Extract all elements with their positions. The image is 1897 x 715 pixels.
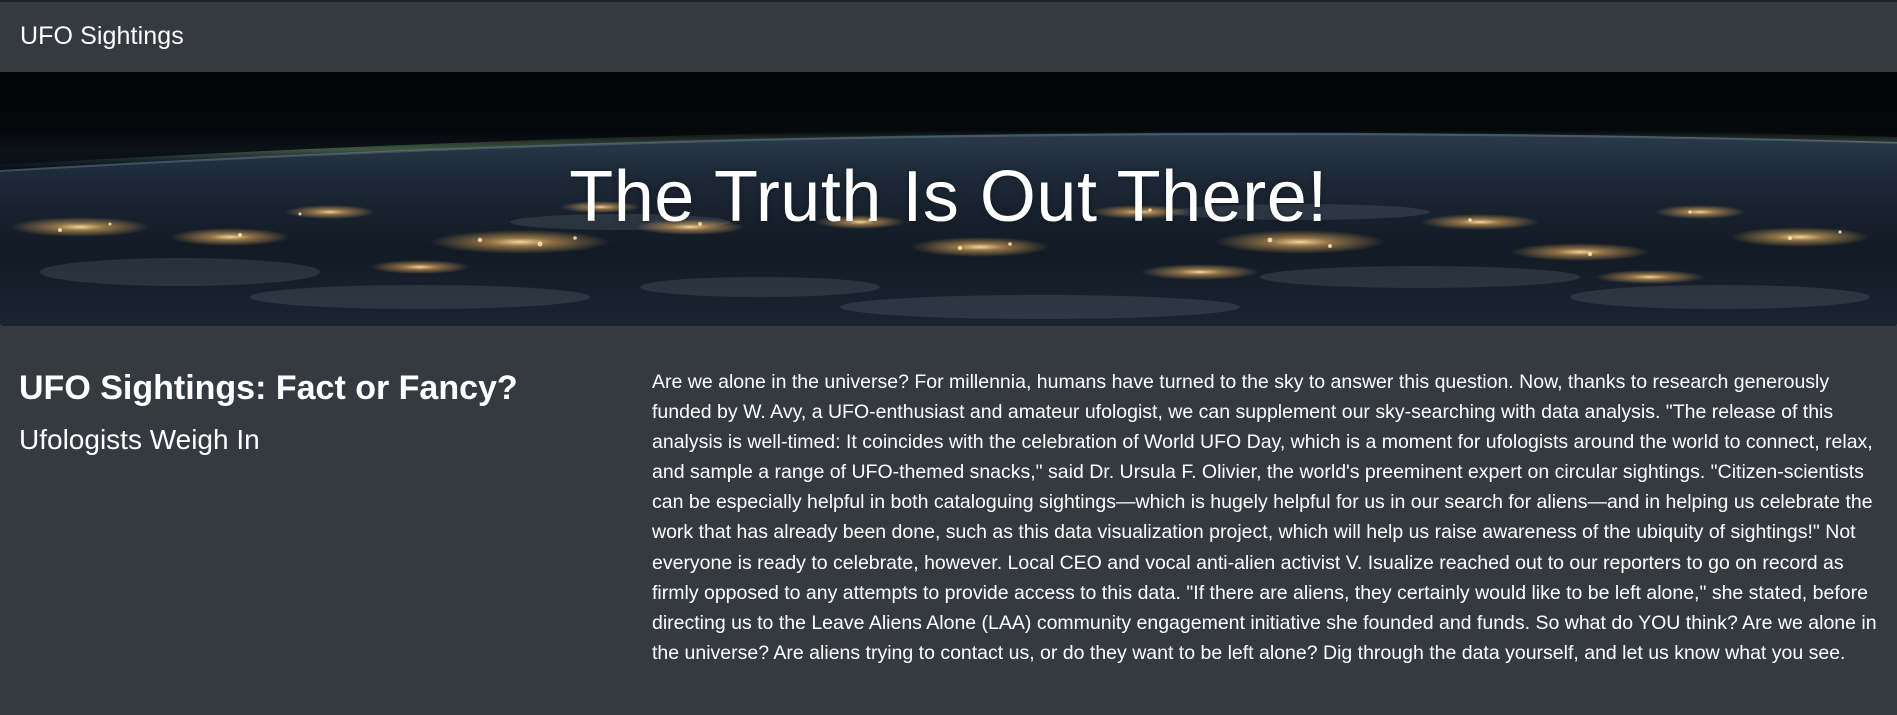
article-body: Are we alone in the universe? For millen… (652, 371, 1877, 664)
navbar-brand-link[interactable]: UFO Sightings (20, 22, 184, 51)
hero-banner: The Truth Is Out There! (0, 72, 1897, 326)
article-title: UFO Sightings: Fact or Fancy? (19, 369, 518, 407)
hero-title: The Truth Is Out There! (569, 157, 1328, 237)
article-content: Are we alone in the universe? For millen… (652, 367, 1884, 668)
article-subtitle: Ufologists Weigh In (19, 424, 260, 455)
navbar: UFO Sightings (0, 2, 1897, 72)
article-heading: UFO Sightings: Fact or Fancy? Ufologists… (19, 362, 619, 466)
